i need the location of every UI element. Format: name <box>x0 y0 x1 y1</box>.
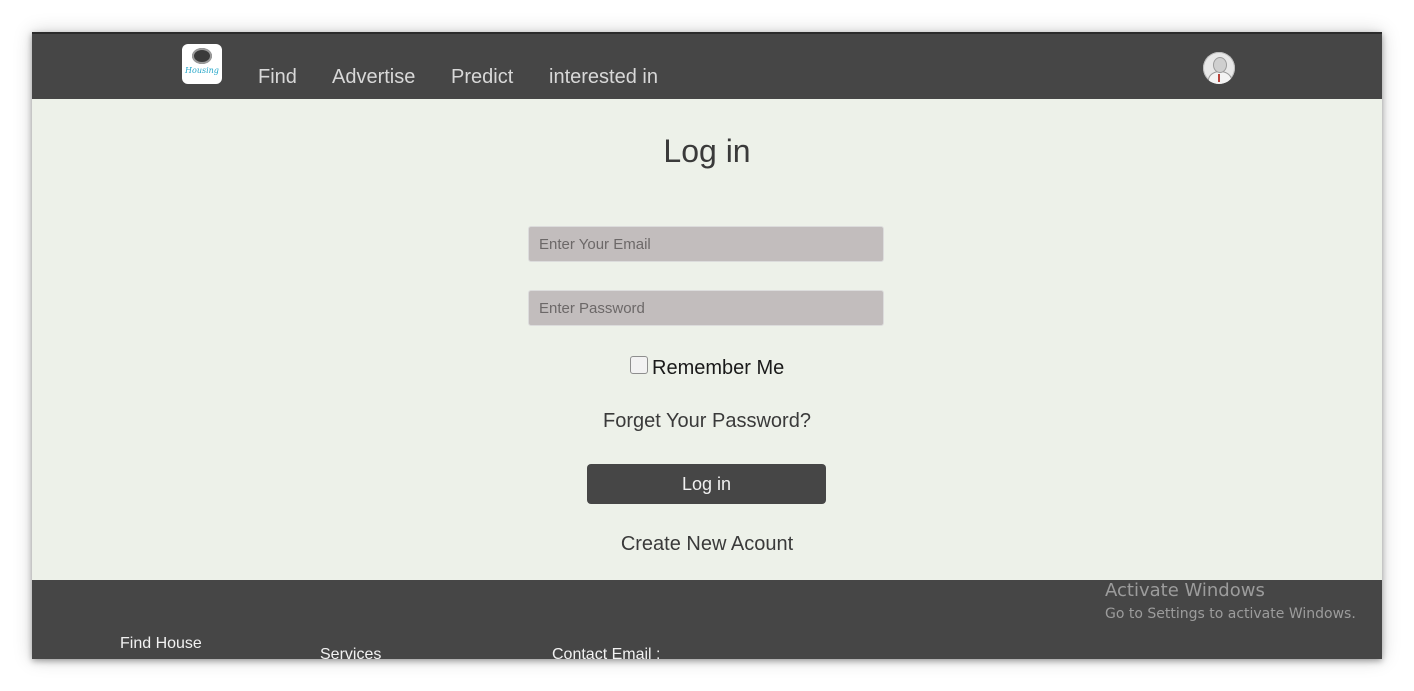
footer: Find House Services Contact Email : Acti… <box>32 580 1382 659</box>
page-title: Log in <box>663 133 751 169</box>
footer-find-house-link[interactable]: Find House <box>120 635 202 653</box>
password-field[interactable] <box>528 290 884 326</box>
windows-activation-watermark-subtitle: Go to Settings to activate Windows. <box>1105 606 1356 622</box>
footer-contact-email-label: Contact Email : <box>552 646 661 659</box>
avatar-tie <box>1218 74 1220 82</box>
top-navbar: Housing Find Advertise Predict intereste… <box>32 32 1382 99</box>
navbar-top-border <box>32 32 1382 34</box>
nav-link-interested-in[interactable]: interested in <box>549 65 658 89</box>
create-account-link[interactable]: Create New Acount <box>32 533 1382 556</box>
nav-link-predict[interactable]: Predict <box>451 65 513 89</box>
remember-me-label[interactable]: Remember Me <box>652 357 784 380</box>
email-field[interactable] <box>528 226 884 262</box>
logo-text: Housing <box>185 66 219 75</box>
user-avatar-icon[interactable] <box>1203 52 1235 84</box>
nav-link-find[interactable]: Find <box>258 65 297 89</box>
browser-viewport: Housing Find Advertise Predict intereste… <box>32 32 1382 659</box>
remember-me-checkbox[interactable] <box>630 356 648 374</box>
logo-mark <box>192 48 212 64</box>
footer-services-heading: Services <box>320 646 382 659</box>
nav-link-advertise[interactable]: Advertise <box>332 65 415 89</box>
login-button[interactable]: Log in <box>587 464 826 504</box>
forgot-password-link[interactable]: Forget Your Password? <box>32 410 1382 433</box>
login-section: Log in Remember Me Forget Your Password?… <box>32 99 1382 580</box>
remember-me-row: Remember Me <box>630 356 784 380</box>
windows-activation-watermark-title: Activate Windows <box>1105 580 1265 601</box>
avatar-head <box>1213 57 1227 73</box>
housing-logo-icon[interactable]: Housing <box>182 44 222 84</box>
